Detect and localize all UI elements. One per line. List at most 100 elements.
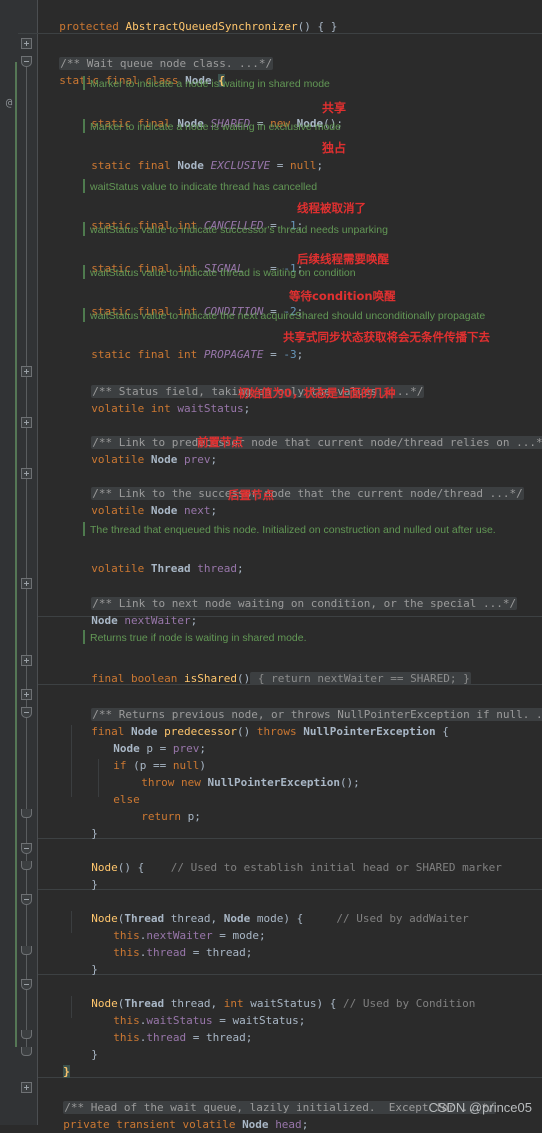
token-field: next	[183, 504, 211, 517]
code-line-folded-doc[interactable]: /** Status field, taking on only the val…	[38, 366, 542, 398]
code-line[interactable]: }	[38, 859, 542, 891]
fold-marker-end[interactable]	[21, 1030, 32, 1041]
rendered-javadoc: Marker to indicate a node is waiting in …	[90, 121, 341, 133]
fold-marker-collapsed[interactable]	[21, 655, 32, 666]
annotation-shared: 共享	[322, 101, 347, 115]
rendered-javadoc: waitStatus value to indicate the next ac…	[90, 310, 486, 322]
code-line-folded-doc[interactable]: /** Returns previous node, or throws Nul…	[38, 689, 542, 721]
fold-marker-expanded[interactable]	[21, 979, 32, 990]
fold-marker-end[interactable]	[21, 1047, 32, 1058]
token-punct: ;	[190, 614, 198, 627]
code-line[interactable]: static final Node SHARED = new Node();	[38, 98, 542, 130]
code-line[interactable]: this.waitStatus = waitStatus;	[38, 995, 542, 1027]
code-line-method[interactable]: final Node predecessor() throws NullPoin…	[38, 706, 542, 738]
code-line[interactable]: this.thread = thread;	[38, 1012, 542, 1044]
token-keyword: volatile	[91, 453, 151, 466]
code-line-folded-doc[interactable]: /** Link to next node waiting on conditi…	[38, 578, 542, 610]
token-punct: ()	[236, 672, 251, 685]
code-line-constructor[interactable]: Node(Thread thread, int waitStatus) { //…	[38, 978, 542, 1010]
token-keyword: null	[289, 159, 317, 172]
javadoc-bar	[83, 522, 85, 536]
fold-marker-collapsed[interactable]	[21, 1082, 32, 1093]
rendered-javadoc: Marker to indicate a node is waiting in …	[90, 78, 330, 90]
code-line[interactable]: }	[38, 808, 542, 840]
javadoc-bar	[83, 119, 85, 133]
code-line[interactable]: static final int CANCELLED = 1;	[38, 200, 542, 232]
token-keyword: volatile	[91, 504, 151, 517]
token-punct: }	[91, 827, 98, 840]
javadoc-bar	[83, 265, 85, 279]
code-line[interactable]: }	[38, 1029, 542, 1061]
token-keyword: volatile	[91, 562, 151, 575]
fold-marker-end[interactable]	[21, 861, 32, 872]
fold-marker-end[interactable]	[21, 809, 32, 820]
fold-marker-collapsed[interactable]	[21, 417, 32, 428]
fold-marker-collapsed[interactable]	[21, 366, 32, 377]
fold-marker-collapsed[interactable]	[21, 38, 32, 49]
code-line-folded-doc[interactable]: /** Head of the wait queue, lazily initi…	[38, 1082, 542, 1114]
token-keyword: protected	[59, 20, 126, 33]
fold-marker-collapsed[interactable]	[21, 689, 32, 700]
code-line[interactable]: Node p = prev;	[38, 723, 542, 755]
token-static-field: EXCLUSIVE	[210, 159, 271, 172]
fold-marker-collapsed[interactable]	[21, 468, 32, 479]
code-line-constructor[interactable]: Node(Thread thread, Node mode) { // Used…	[38, 893, 542, 925]
token-method-name: isShared	[183, 672, 237, 685]
annotation-condition: 等待condition唤醒	[289, 289, 396, 303]
token-punct: }	[91, 963, 98, 976]
token-keyword: static final	[91, 159, 178, 172]
rendered-javadoc: waitStatus value to indicate thread has …	[90, 181, 318, 193]
token-op: =	[270, 159, 290, 172]
token-field: waitStatus	[177, 402, 244, 415]
code-line[interactable]: return p;	[38, 791, 542, 823]
method-separator	[38, 1077, 542, 1078]
javadoc-bar	[83, 308, 85, 322]
fold-marker-collapsed[interactable]	[21, 578, 32, 589]
vcs-change-marker[interactable]	[15, 62, 17, 1047]
token-field: thread	[197, 562, 237, 575]
code-line-method[interactable]: final boolean isShared() { return nextWa…	[38, 653, 542, 685]
rendered-javadoc: waitStatus value to indicate thread is w…	[90, 267, 356, 279]
annotation-exclusive: 独占	[322, 141, 347, 155]
fold-marker-end[interactable]	[21, 946, 32, 957]
rendered-javadoc: Returns true if node is waiting in share…	[90, 632, 307, 644]
token-field: nextWaiter	[124, 614, 191, 627]
token-punct: ;	[210, 453, 218, 466]
code-line[interactable]: Node nextWaiter;	[38, 595, 542, 627]
code-line[interactable]: static final int SIGNAL = -1;	[38, 243, 542, 275]
code-line-folded-doc[interactable]: /** Link to predecessor node that curren…	[38, 417, 542, 449]
code-line-class-decl[interactable]: static final class Node {	[38, 55, 542, 87]
code-line[interactable]: throw new NullPointerException();	[38, 757, 542, 789]
fold-marker-expanded[interactable]	[21, 56, 32, 67]
code-line[interactable]: volatile Node prev;	[38, 434, 542, 466]
fold-marker-expanded[interactable]	[21, 707, 32, 718]
fold-marker-expanded[interactable]	[21, 894, 32, 905]
fold-marker-expanded[interactable]	[21, 843, 32, 854]
code-line[interactable]: this.thread = thread;	[38, 927, 542, 959]
code-line-class-end[interactable]: }	[38, 1046, 542, 1078]
code-line-folded-doc[interactable]: /** Wait queue node class. ...*/	[38, 38, 542, 70]
token-punct: ;	[296, 348, 304, 361]
code-line[interactable]: if (p == null)	[38, 740, 542, 772]
code-line[interactable]: else	[38, 774, 542, 806]
annotation-prev: 前置节点	[197, 435, 243, 449]
code-line[interactable]: }	[38, 944, 542, 976]
annotation-waitstatus: 初始值为0，状态是上面的几种	[238, 386, 396, 400]
token-keyword: static final int	[91, 348, 204, 361]
code-line-folded-doc[interactable]: /** Link to the successor node that the …	[38, 468, 542, 500]
token-constructor: AbstractQueuedSynchronizer	[125, 20, 298, 33]
javadoc-bar	[83, 222, 85, 236]
code-line[interactable]: volatile Node next;	[38, 485, 542, 517]
code-line[interactable]: protected AbstractQueuedSynchronizer() {…	[38, 1, 542, 33]
folded-method-body[interactable]: { return nextWaiter == SHARED; }	[250, 672, 471, 685]
code-line[interactable]: static final Node EXCLUSIVE = null;	[38, 140, 542, 172]
token-static-field: PROPAGATE	[203, 348, 264, 361]
annotation-at-icon[interactable]: @	[2, 96, 16, 110]
javadoc-bar	[83, 76, 85, 90]
code-line[interactable]: volatile Thread thread;	[38, 543, 542, 575]
code-line-constructor[interactable]: Node() { // Used to establish initial he…	[38, 842, 542, 874]
code-line[interactable]: this.nextWaiter = mode;	[38, 910, 542, 942]
token-classname: Node	[177, 159, 211, 172]
annotation-propagate: 共享式同步状态获取将会无条件传播下去	[283, 330, 490, 344]
token-classname: Node	[150, 453, 184, 466]
